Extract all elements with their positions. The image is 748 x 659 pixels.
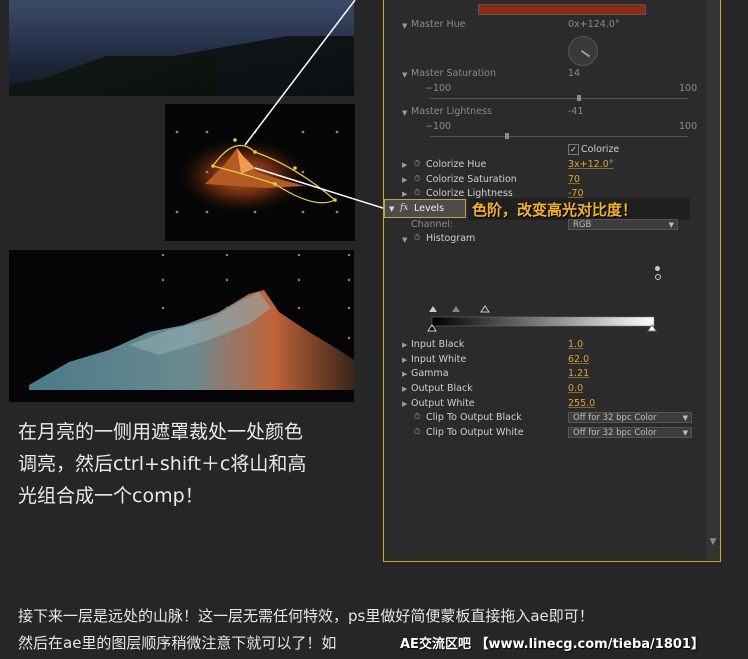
input-white-label: Input White bbox=[411, 354, 467, 365]
stopwatch-icon[interactable]: ⏱ bbox=[414, 233, 420, 243]
saturation-min-label: −100 bbox=[425, 83, 452, 94]
colorize-hue-label: Colorize Hue bbox=[426, 159, 487, 170]
clip-output-black-dropdown[interactable]: Off for 32 bpc Color ▼ bbox=[568, 412, 692, 423]
stopwatch-icon[interactable]: ⏱ bbox=[414, 188, 420, 198]
stopwatch-icon[interactable]: ⏱ bbox=[414, 427, 420, 437]
saturation-slider[interactable] bbox=[430, 98, 688, 99]
expand-triangle-icon[interactable]: ▶ bbox=[402, 356, 407, 364]
histogram-label: Histogram bbox=[426, 233, 476, 244]
chevron-down-icon: ▼ bbox=[682, 414, 688, 422]
saturation-max-label: 100 bbox=[679, 83, 698, 94]
master-hue-value[interactable]: 0x+124.0° bbox=[568, 19, 620, 30]
expand-triangle-icon[interactable]: ▶ bbox=[402, 370, 407, 378]
output-white-label: Output White bbox=[411, 398, 475, 409]
expand-triangle-icon[interactable]: ▶ bbox=[402, 385, 407, 393]
expand-triangle-icon[interactable]: ▶ bbox=[402, 190, 407, 198]
clip-output-white-value: Off for 32 bpc Color bbox=[573, 428, 657, 438]
lightness-slider[interactable] bbox=[430, 136, 688, 137]
colorize-checkbox[interactable]: ✓ bbox=[568, 144, 579, 155]
output-white-value[interactable]: 255.0 bbox=[568, 398, 595, 409]
colorize-label: Colorize bbox=[581, 144, 620, 155]
input-black-label: Input Black bbox=[411, 339, 465, 350]
expand-triangle-icon[interactable]: ▶ bbox=[402, 176, 407, 184]
input-white-marker bbox=[480, 305, 490, 313]
levels-label: Levels bbox=[414, 203, 445, 214]
stopwatch-icon[interactable]: ⏱ bbox=[414, 412, 420, 422]
histogram-channel-dot[interactable] bbox=[655, 266, 660, 271]
colorize-hue-value[interactable]: 3x+12.0° bbox=[568, 159, 614, 170]
clip-output-black-label: Clip To Output Black bbox=[426, 412, 522, 423]
output-black-value[interactable]: 0.0 bbox=[568, 383, 583, 394]
input-white-value[interactable]: 62.0 bbox=[568, 354, 589, 365]
master-saturation-label: Master Saturation bbox=[411, 68, 496, 79]
hue-color-bar bbox=[478, 4, 646, 15]
clip-output-white-label: Clip To Output White bbox=[426, 427, 524, 438]
caption-line-1: 在月亮的一侧用遮罩裁处一处颜色 bbox=[18, 421, 304, 443]
output-gradient bbox=[431, 316, 655, 327]
chevron-down-icon: ▼ bbox=[682, 429, 688, 437]
watermark: AE交流区吧 【www.linecg.com/tieba/1801】 bbox=[400, 637, 704, 652]
hue-dial-knob[interactable] bbox=[568, 36, 598, 66]
gamma-label: Gamma bbox=[411, 368, 449, 379]
chevron-down-icon: ▼ bbox=[668, 221, 674, 229]
master-hue-label: Master Hue bbox=[411, 19, 466, 30]
expand-triangle-icon[interactable]: ▼ bbox=[402, 22, 407, 30]
master-lightness-value[interactable]: -41 bbox=[568, 106, 584, 117]
expand-triangle-icon[interactable]: ▼ bbox=[402, 109, 407, 117]
lightness-max-label: 100 bbox=[679, 121, 698, 132]
fx-icon[interactable]: fx bbox=[400, 203, 408, 213]
input-black-marker bbox=[429, 306, 437, 312]
histogram-channel-dot-hollow[interactable] bbox=[655, 274, 661, 280]
expand-triangle-icon[interactable]: ▼ bbox=[389, 205, 394, 213]
panel-scrollbar[interactable] bbox=[706, 0, 720, 560]
expand-triangle-icon[interactable]: ▶ bbox=[402, 161, 407, 169]
output-black-label: Output Black bbox=[411, 383, 473, 394]
caption-line-2: 调亮，然后ctrl+shift＋c将山和高 bbox=[18, 453, 307, 475]
channel-label: Channel: bbox=[411, 219, 454, 230]
lightness-min-label: −100 bbox=[425, 121, 452, 132]
callout-text: 色阶，改变高光对比度！ bbox=[472, 201, 638, 219]
clip-output-white-dropdown[interactable]: Off for 32 bpc Color ▼ bbox=[568, 427, 692, 438]
channel-dropdown-value: RGB bbox=[573, 220, 592, 230]
expand-triangle-icon[interactable]: ▼ bbox=[402, 71, 407, 79]
footer-line-2: 然后在ae里的图层顺序稍微注意下就可以了！如 bbox=[18, 634, 337, 652]
master-saturation-value[interactable]: 14 bbox=[568, 68, 580, 79]
input-black-value[interactable]: 1.0 bbox=[568, 339, 583, 350]
footer-line-1: 接下来一层是远处的山脉！这一层无需任何特效，ps里做好简便蒙板直接拖入ae即可！ bbox=[18, 607, 594, 625]
caption-line-3: 光组合成一个comp！ bbox=[18, 485, 204, 507]
stopwatch-icon[interactable]: ⏱ bbox=[414, 174, 420, 184]
master-lightness-label: Master Lightness bbox=[411, 106, 492, 117]
expand-triangle-icon[interactable]: ▼ bbox=[402, 236, 407, 244]
colorize-saturation-value[interactable]: 70 bbox=[568, 174, 580, 185]
channel-dropdown[interactable]: RGB ▼ bbox=[568, 219, 678, 230]
clip-output-black-value: Off for 32 bpc Color bbox=[573, 413, 657, 423]
gamma-value[interactable]: 1.21 bbox=[568, 368, 589, 379]
lightness-slider-knob[interactable] bbox=[505, 133, 509, 139]
colorize-saturation-label: Colorize Saturation bbox=[426, 174, 517, 185]
saturation-slider-knob[interactable] bbox=[577, 95, 581, 101]
histogram-graph[interactable] bbox=[425, 300, 665, 340]
gamma-marker bbox=[452, 306, 460, 312]
stopwatch-icon[interactable]: ⏱ bbox=[414, 159, 420, 169]
expand-triangle-icon[interactable]: ▶ bbox=[402, 341, 407, 349]
scroll-down-arrow-icon[interactable]: ▼ bbox=[707, 537, 719, 549]
expand-triangle-icon[interactable]: ▶ bbox=[402, 400, 407, 408]
